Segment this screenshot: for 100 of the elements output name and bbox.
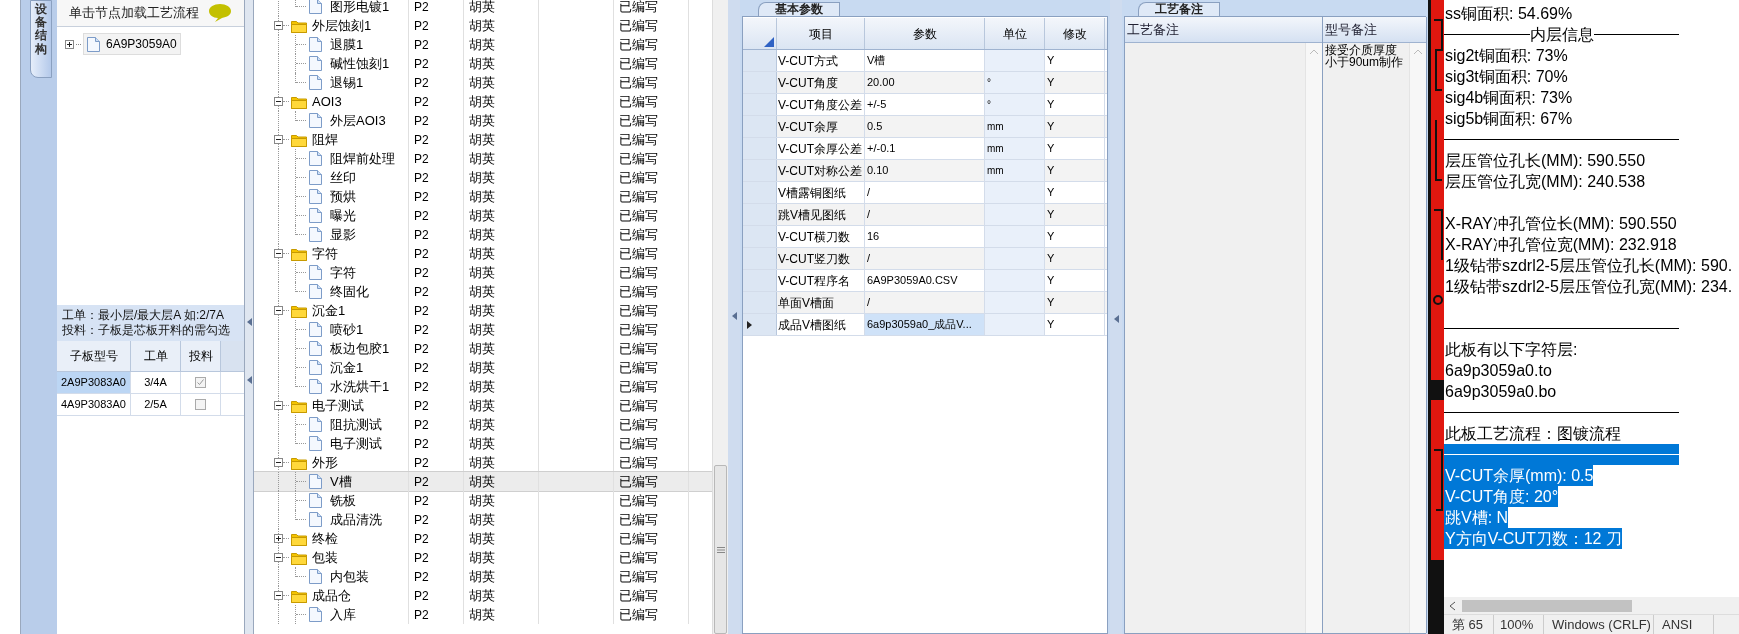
tree-label: 丝印: [330, 168, 356, 187]
tree-row[interactable]: 阻焊前处理 P2 胡英 已编写: [254, 149, 712, 168]
collapse-icon[interactable]: [274, 553, 283, 562]
table-cell: P2: [408, 339, 463, 358]
column-header[interactable]: 型号备注: [1323, 17, 1426, 43]
tree-label: 电子测试: [312, 396, 364, 415]
column-header[interactable]: 工单: [131, 341, 181, 371]
collapse-icon[interactable]: [274, 458, 283, 467]
tree-row[interactable]: 电子测试 P2 胡英 已编写: [254, 396, 712, 415]
tree-row[interactable]: 显影 P2 胡英 已编写: [254, 225, 712, 244]
table-cell: Y: [1045, 116, 1105, 137]
scroll-up-icon[interactable]: [1414, 49, 1422, 54]
document-icon: [309, 360, 322, 375]
tree-row[interactable]: 水洗烘干1 P2 胡英 已编写: [254, 377, 712, 396]
text-line: 6a9p3059a0.bo: [1444, 382, 1557, 402]
tree-row[interactable]: 板边包胶1 P2 胡英 已编写: [254, 339, 712, 358]
section-title: 内层信息: [1529, 25, 1594, 45]
scrollbar-thumb[interactable]: [1462, 599, 1632, 612]
tree-node[interactable]: 6A9P3059A0: [83, 33, 181, 55]
collapse-icon[interactable]: [274, 249, 283, 258]
text-line: 层压管位孔长(MM): 590.550: [1444, 151, 1646, 171]
table-cell: P2: [408, 111, 463, 130]
collapse-icon[interactable]: [274, 97, 283, 106]
tree-row[interactable]: 碱性蚀刻1 P2 胡英 已编写: [254, 54, 712, 73]
tree-row[interactable]: 终检 P2 胡英 已编写: [254, 529, 712, 548]
table-cell: Y: [1045, 270, 1105, 291]
text-line: 层压管位孔宽(MM): 240.538: [1444, 172, 1646, 192]
expand-icon[interactable]: [274, 534, 283, 543]
tree-label: 铣板: [330, 491, 356, 510]
column-header[interactable]: 修改: [1045, 18, 1105, 49]
table-cell: P2: [408, 377, 463, 396]
tree-row[interactable]: 字符 P2 胡英 已编写: [254, 263, 712, 282]
row-header[interactable]: [743, 314, 777, 335]
column-header[interactable]: 工艺备注: [1125, 17, 1322, 43]
collapse-icon[interactable]: [274, 306, 283, 315]
document-icon: [309, 512, 322, 527]
tree-row[interactable]: 内包装 P2 胡英 已编写: [254, 567, 712, 586]
tree-row[interactable]: 曝光 P2 胡英 已编写: [254, 206, 712, 225]
tree-label: 字符: [330, 263, 356, 282]
tree-label: 包装: [312, 548, 338, 567]
column-header[interactable]: 单位: [985, 18, 1045, 49]
table-cell: 胡英: [463, 529, 538, 548]
tree-row[interactable]: 阻抗测试 P2 胡英 已编写: [254, 415, 712, 434]
tree-row[interactable]: 成品仓 P2 胡英 已编写: [254, 586, 712, 605]
column-header[interactable]: 参数: [865, 18, 985, 49]
collapse-icon[interactable]: [274, 401, 283, 410]
checkbox[interactable]: [195, 377, 206, 388]
tree-row[interactable]: 电子测试 P2 胡英 已编写: [254, 434, 712, 453]
tree-row[interactable]: 成品清洗 P2 胡英 已编写: [254, 510, 712, 529]
table-cell[interactable]: 2A9P3083A0: [57, 372, 131, 393]
tree-row[interactable]: 铣板 P2 胡英 已编写: [254, 491, 712, 510]
scrollbar[interactable]: [712, 0, 728, 634]
tree-row[interactable]: 丝印 P2 胡英 已编写: [254, 168, 712, 187]
tree-label: 沉金1: [312, 301, 346, 320]
tree-row[interactable]: 字符 P2 胡英 已编写: [254, 244, 712, 263]
tree-row[interactable]: 退锡1 P2 胡英 已编写: [254, 73, 712, 92]
tab[interactable]: 工艺备注: [1138, 2, 1220, 16]
scrollbar-thumb[interactable]: [714, 465, 727, 634]
table-cell: 胡英: [463, 320, 538, 339]
tree-row[interactable]: 外层蚀刻1 P2 胡英 已编写: [254, 16, 712, 35]
horizontal-scrollbar[interactable]: [1444, 597, 1739, 614]
text-line: 此板工艺流程：图镀流程: [1444, 424, 1621, 444]
tree-row[interactable]: 沉金1 P2 胡英 已编写: [254, 358, 712, 377]
side-tab[interactable]: 设备结构: [30, 0, 52, 78]
tree-row[interactable]: 终固化 P2 胡英 已编写: [254, 282, 712, 301]
table-cell: 胡英: [463, 358, 538, 377]
table-cell: 胡英: [463, 263, 538, 282]
table-cell: P2: [408, 0, 463, 16]
tree-row[interactable]: 喷砂1 P2 胡英 已编写: [254, 320, 712, 339]
table-cell: 胡英: [463, 282, 538, 301]
current-row-icon: [747, 320, 752, 329]
collapse-arrow-icon[interactable]: [246, 318, 252, 326]
expand-icon[interactable]: [65, 39, 74, 49]
table-cell[interactable]: 6a9p3059a0_成品V...: [865, 314, 985, 335]
table-cell: 已编写: [613, 567, 688, 586]
collapse-icon[interactable]: [274, 591, 283, 600]
tree-row[interactable]: 图形电镀1 P2 胡英 已编写: [254, 0, 712, 16]
column-header[interactable]: 项目: [777, 18, 865, 49]
tree-row[interactable]: 预烘 P2 胡英 已编写: [254, 187, 712, 206]
collapse-icon[interactable]: [274, 135, 283, 144]
collapse-arrow-icon[interactable]: [246, 376, 252, 384]
document-icon: [309, 37, 322, 52]
tree-row[interactable]: V槽 P2 胡英 已编写: [254, 472, 712, 491]
collapse-icon[interactable]: [274, 21, 283, 30]
checkbox[interactable]: [195, 399, 206, 410]
tree-row[interactable]: 入库 P2 胡英 已编写: [254, 605, 712, 624]
tree-row[interactable]: 外层AOI3 P2 胡英 已编写: [254, 111, 712, 130]
table-cell: P2: [408, 415, 463, 434]
collapse-arrow-icon[interactable]: [731, 312, 737, 320]
scroll-up-icon[interactable]: [1310, 49, 1318, 54]
column-header[interactable]: 子板型号: [57, 341, 131, 371]
column-header[interactable]: 投料: [181, 341, 221, 371]
tree-row[interactable]: 退膜1 P2 胡英 已编写: [254, 35, 712, 54]
tree-row[interactable]: 包装 P2 胡英 已编写: [254, 548, 712, 567]
tab[interactable]: 基本参数: [758, 2, 840, 16]
collapse-arrow-icon[interactable]: [1113, 315, 1119, 323]
tree-row[interactable]: 阻焊 P2 胡英 已编写: [254, 130, 712, 149]
tree-row[interactable]: 沉金1 P2 胡英 已编写: [254, 301, 712, 320]
tree-row[interactable]: AOI3 P2 胡英 已编写: [254, 92, 712, 111]
speech-bubble-icon[interactable]: [208, 3, 232, 23]
